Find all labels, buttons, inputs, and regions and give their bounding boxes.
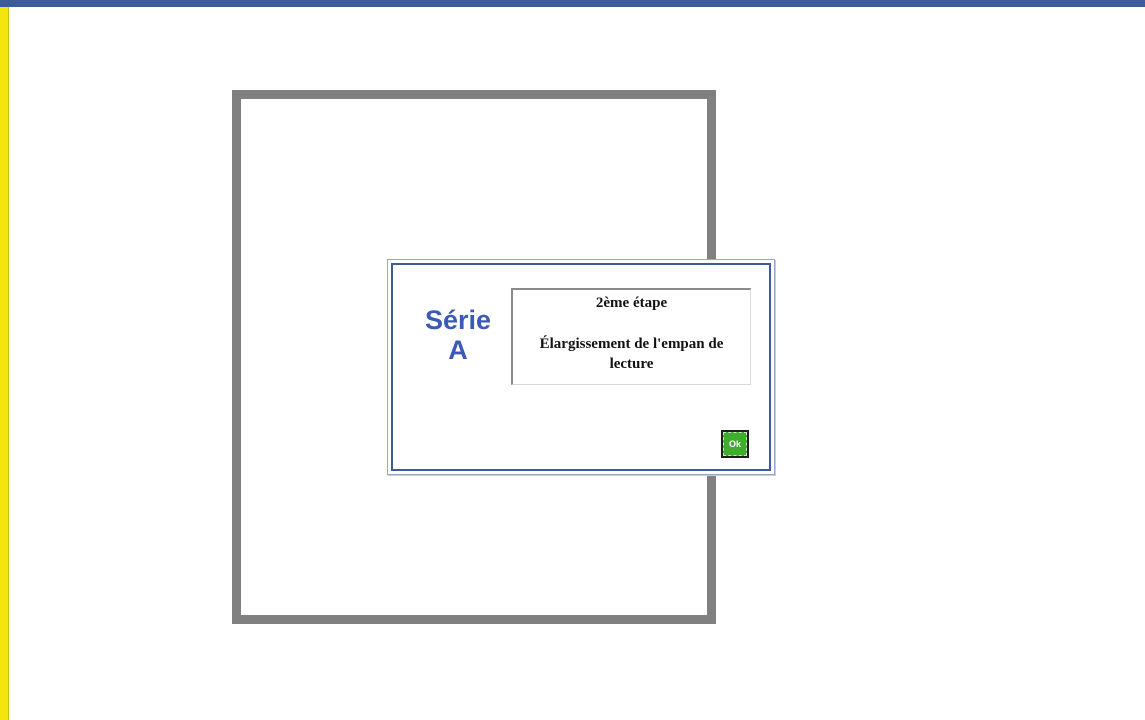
step-info-box: 2ème étape Élargissement de l'empan de l… (511, 288, 751, 385)
dialog-border: Série A 2ème étape Élargissement de l'em… (391, 263, 771, 471)
serie-title: Série A (413, 305, 503, 365)
serie-letter: A (448, 335, 468, 365)
left-accent-bar (0, 7, 9, 720)
step-dialog: Série A 2ème étape Élargissement de l'em… (387, 259, 775, 475)
top-accent-bar (0, 0, 1145, 7)
step-description: Élargissement de l'empan de lecture (539, 336, 724, 372)
ok-button-label: Ok (723, 432, 747, 456)
ok-button[interactable]: Ok (721, 430, 749, 458)
step-heading: 2ème étape (595, 295, 668, 311)
serie-label: Série (424, 305, 492, 335)
